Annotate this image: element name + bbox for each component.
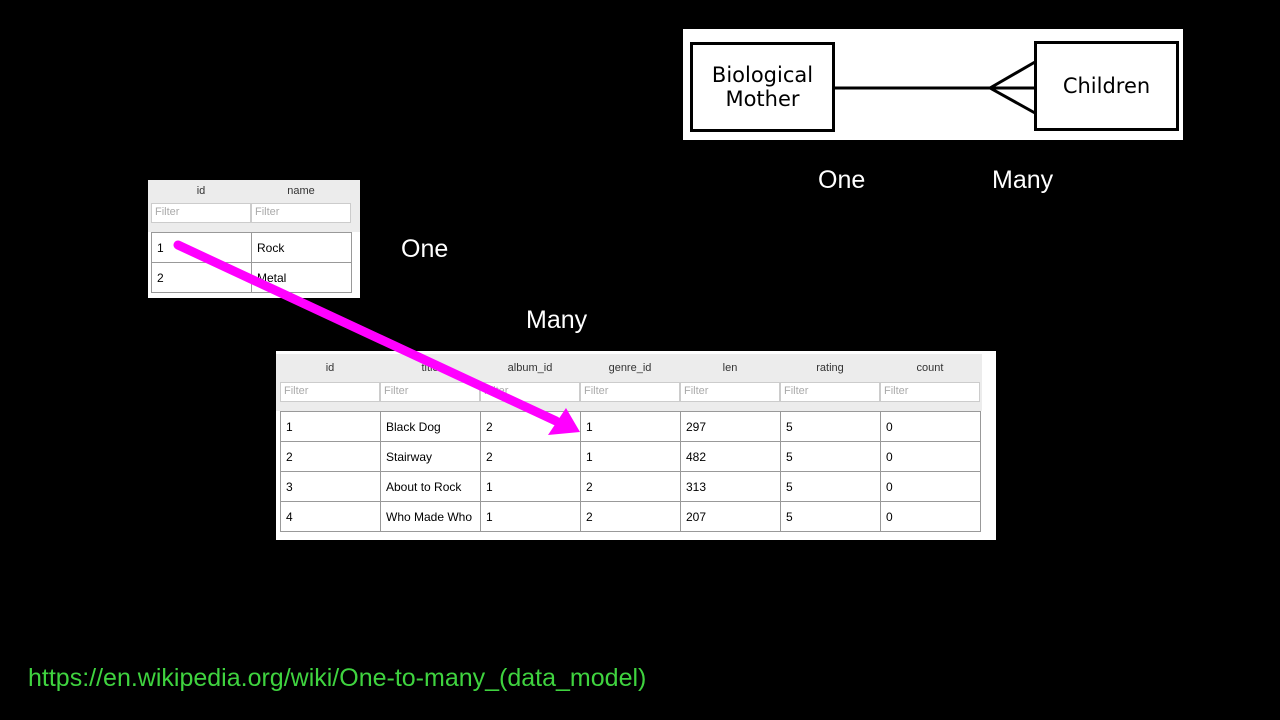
source-link[interactable]: https://en.wikipedia.org/wiki/One-to-man… (28, 664, 646, 693)
foreign-key-arrow (173, 240, 580, 435)
